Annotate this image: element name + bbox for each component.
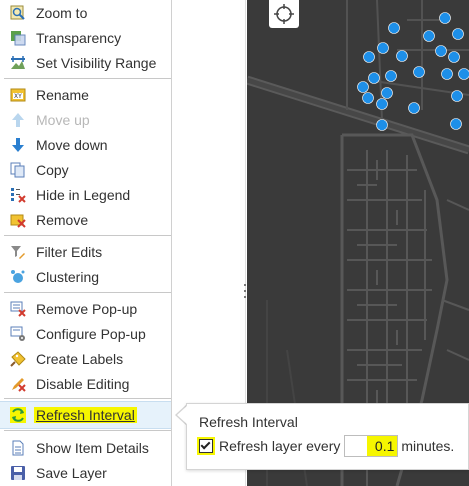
- menu-item-refresh-interval[interactable]: Refresh Interval: [0, 401, 171, 429]
- item-details-icon: [10, 440, 26, 456]
- menu-item-label: Move down: [36, 136, 108, 153]
- remove-popup-icon: [10, 301, 26, 317]
- menu-item-disable-editing[interactable]: Disable Editing: [0, 371, 171, 396]
- menu-item-label: Show Item Details: [36, 439, 149, 456]
- menu-item-label: Save Layer: [36, 464, 107, 481]
- menu-item-label: Remove: [36, 211, 89, 228]
- disable-editing-icon: [10, 376, 26, 392]
- visibility-range-icon: [10, 55, 26, 71]
- menu-item-create-labels[interactable]: Create Labels: [0, 346, 171, 371]
- map-points: [357, 12, 469, 131]
- refresh-checkbox-label: Refresh layer every: [219, 438, 341, 454]
- refresh-unit-label: minutes.: [401, 438, 455, 454]
- svg-text:XY: XY: [14, 93, 22, 100]
- refresh-interval-input[interactable]: [344, 435, 399, 457]
- refresh-interval-popup: Refresh Interval Refresh layer every min…: [186, 403, 469, 470]
- menu-item-label: Remove Pop-up: [36, 300, 138, 317]
- menu-separator: [4, 292, 171, 293]
- zoom-to-icon: [10, 5, 26, 21]
- menu-item-label: Filter Edits: [36, 243, 103, 260]
- create-labels-icon: [10, 350, 26, 367]
- arrow-up-icon: [10, 112, 26, 128]
- popup-pointer-inner: [177, 405, 188, 425]
- menu-item-clustering[interactable]: Clustering: [0, 264, 171, 289]
- menu-item-label: Hide in Legend: [36, 186, 131, 203]
- menu-item-rename[interactable]: XY Rename: [0, 82, 171, 107]
- menu-item-label: Zoom to: [36, 4, 88, 21]
- menu-separator: [4, 235, 171, 236]
- remove-icon: [10, 212, 26, 228]
- refresh-checkbox[interactable]: [197, 437, 215, 455]
- menu-item-label: Disable Editing: [36, 375, 130, 392]
- clustering-icon: [10, 269, 26, 285]
- menu-item-label: Clustering: [36, 268, 100, 285]
- filter-edits-icon: [10, 244, 26, 260]
- arrow-down-icon: [10, 137, 26, 153]
- menu-item-filter-edits[interactable]: Filter Edits: [0, 239, 171, 264]
- menu-item-configure-popup[interactable]: Configure Pop-up: [0, 321, 171, 346]
- menu-item-show-item-details[interactable]: Show Item Details: [0, 435, 171, 460]
- menu-item-label: Move up: [36, 111, 90, 128]
- menu-item-remove[interactable]: Remove: [0, 207, 171, 232]
- save-icon: [10, 465, 26, 481]
- copy-icon: [10, 162, 26, 178]
- menu-item-remove-popup[interactable]: Remove Pop-up: [0, 296, 171, 321]
- menu-item-move-up[interactable]: Move up: [0, 107, 171, 132]
- popup-title: Refresh Interval: [199, 414, 298, 430]
- rename-icon: XY: [10, 87, 26, 103]
- transparency-icon: [10, 30, 26, 46]
- menu-item-label: Create Labels: [36, 350, 124, 367]
- menu-item-label: Refresh Interval: [34, 407, 137, 423]
- checkmark-icon: [199, 439, 213, 453]
- menu-item-label: Set Visibility Range: [36, 54, 157, 71]
- menu-item-transparency[interactable]: Transparency: [0, 25, 171, 50]
- menu-item-label: Transparency: [36, 29, 122, 46]
- menu-separator: [4, 78, 171, 79]
- menu-item-zoom-to[interactable]: Zoom to: [0, 0, 171, 25]
- menu-item-save-layer[interactable]: Save Layer: [0, 460, 171, 485]
- crosshair-icon: [274, 4, 294, 24]
- locate-button[interactable]: [269, 0, 299, 28]
- refresh-icon: [10, 407, 26, 423]
- menu-item-label: Rename: [36, 86, 89, 103]
- menu-item-label: Configure Pop-up: [36, 325, 146, 342]
- configure-popup-icon: [10, 326, 26, 342]
- layer-context-menu: Zoom to Transparency Set Visibility Rang…: [0, 0, 172, 486]
- menu-item-hide-in-legend[interactable]: Hide in Legend: [0, 182, 171, 207]
- menu-item-move-down[interactable]: Move down: [0, 132, 171, 157]
- hide-in-legend-icon: [10, 187, 26, 203]
- menu-separator: [4, 398, 171, 399]
- menu-separator: [4, 430, 171, 431]
- menu-item-set-visibility-range[interactable]: Set Visibility Range: [0, 50, 171, 75]
- menu-item-label: Copy: [36, 161, 69, 178]
- menu-item-copy[interactable]: Copy: [0, 157, 171, 182]
- refresh-row: Refresh layer every minutes.: [197, 434, 454, 458]
